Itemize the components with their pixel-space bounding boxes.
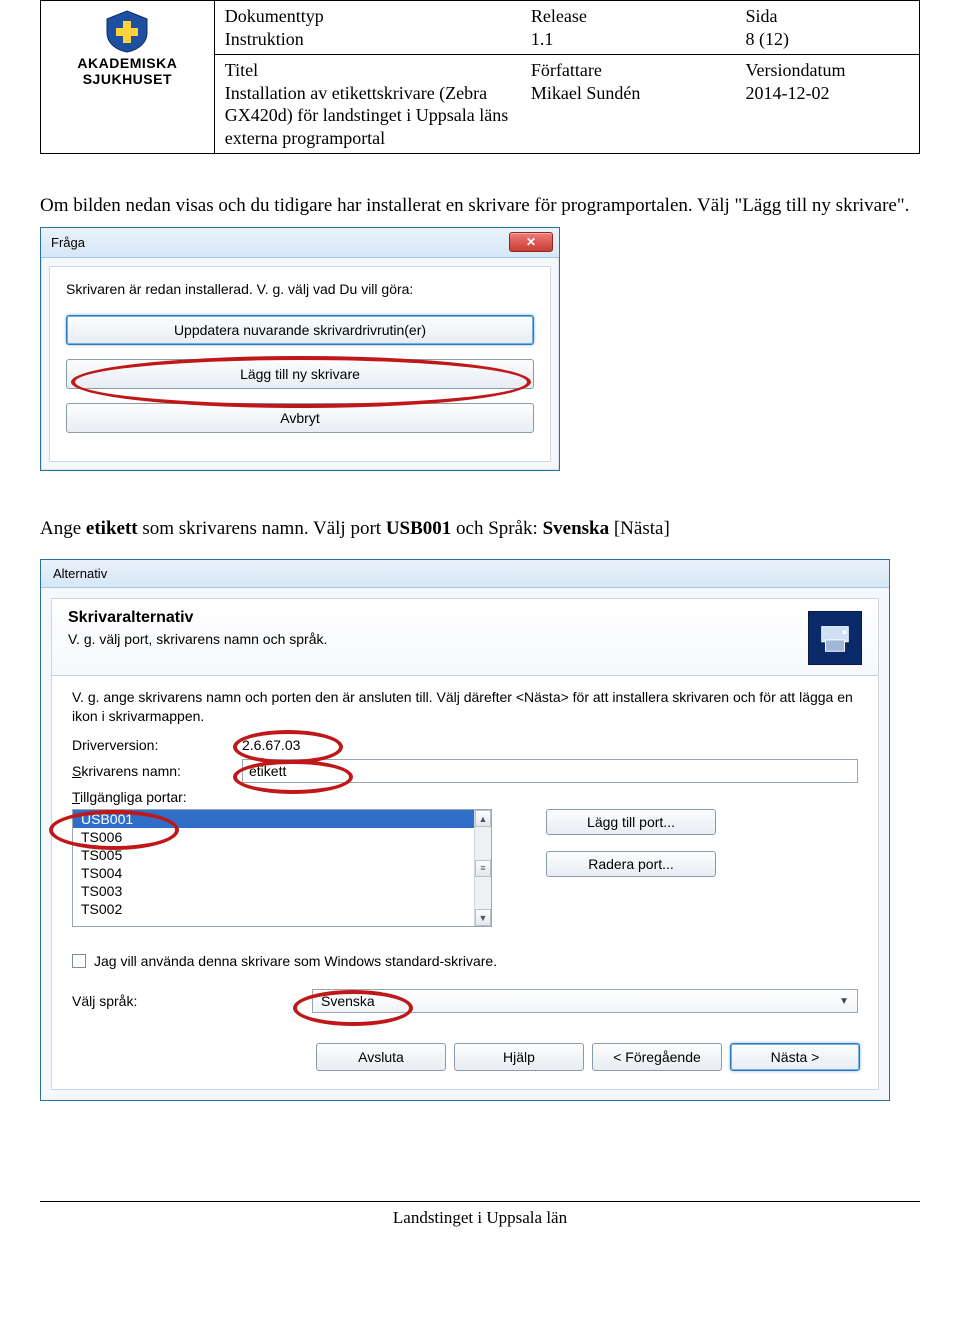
document-header: AKADEMISKA SJUKHUSET Dokumenttyp Instruk… xyxy=(40,0,920,154)
dokumenttyp-label: Dokumenttyp xyxy=(225,5,511,28)
paragraph-2: Ange etikett som skrivarens namn. Välj p… xyxy=(40,517,920,542)
footer-text: Landstinget i Uppsala län xyxy=(0,1208,960,1248)
add-printer-button[interactable]: Lägg till ny skrivare xyxy=(66,359,534,389)
printer-name-label: Skrivarens namn: xyxy=(72,763,242,779)
exit-button[interactable]: Avsluta xyxy=(316,1043,446,1071)
driver-version-value: 2.6.67.03 xyxy=(242,737,300,753)
dokumenttyp-cell: Dokumenttyp Instruktion xyxy=(214,1,521,55)
options-helptext: V. g. ange skrivarens namn och porten de… xyxy=(52,676,878,734)
titel-label: Titel xyxy=(225,59,511,82)
help-button[interactable]: Hjälp xyxy=(454,1043,584,1071)
options-subheading: V. g. välj port, skrivarens namn och spr… xyxy=(68,631,327,647)
dialog-fraga-title: Fråga xyxy=(51,235,85,250)
driver-version-label: Driverversion: xyxy=(72,737,242,753)
port-item[interactable]: TS002 xyxy=(73,900,491,918)
release-cell: Release 1.1 xyxy=(521,1,736,55)
printer-icon xyxy=(808,611,862,665)
titel-cell: Titel Installation av etikettskrivare (Z… xyxy=(214,55,521,154)
forfattare-cell: Författare Mikael Sundén xyxy=(521,55,736,154)
prev-button[interactable]: < Föregående xyxy=(592,1043,722,1071)
paragraph-1: Om bilden nedan visas och du tidigare ha… xyxy=(40,194,920,219)
ports-scrollbar[interactable]: ▲ ≡ ▼ xyxy=(474,810,491,926)
dokumenttyp-value: Instruktion xyxy=(225,28,511,51)
port-item[interactable]: TS005 xyxy=(73,846,491,864)
cancel-button[interactable]: Avbryt xyxy=(66,403,534,433)
dialog-fraga: Fråga ✕ Skrivaren är redan installerad. … xyxy=(40,227,560,471)
update-driver-button[interactable]: Uppdatera nuvarande skrivardrivrutin(er) xyxy=(66,315,534,345)
titel-value: Installation av etikettskrivare (Zebra G… xyxy=(225,82,511,150)
sida-cell: Sida 8 (12) xyxy=(736,1,920,55)
forfattare-value: Mikael Sundén xyxy=(531,82,726,105)
language-value: Svenska xyxy=(321,993,375,1009)
release-label: Release xyxy=(531,5,726,28)
port-item[interactable]: TS006 xyxy=(73,828,491,846)
next-button[interactable]: Nästa > xyxy=(730,1043,860,1071)
dialog-alternativ: Alternativ Skrivaralternativ V. g. välj … xyxy=(40,559,890,1101)
add-port-button[interactable]: LLägg till port...ägg till port... xyxy=(546,809,716,835)
forfattare-label: Författare xyxy=(531,59,726,82)
dialog-fraga-message: Skrivaren är redan installerad. V. g. vä… xyxy=(66,281,534,297)
chevron-down-icon: ▼ xyxy=(839,996,849,1007)
scroll-down-icon[interactable]: ▼ xyxy=(475,909,491,926)
logo-cell: AKADEMISKA SJUKHUSET xyxy=(41,1,215,154)
scroll-up-icon[interactable]: ▲ xyxy=(475,810,491,827)
sida-value: 8 (12) xyxy=(746,28,910,51)
close-icon: ✕ xyxy=(526,235,536,249)
brand-line2: SJUKHUSET xyxy=(51,71,204,87)
close-button[interactable]: ✕ xyxy=(509,232,553,252)
dialog-alternativ-title: Alternativ xyxy=(53,566,107,581)
printer-name-input[interactable] xyxy=(242,759,858,783)
dialog-fraga-titlebar[interactable]: Fråga ✕ xyxy=(41,228,559,258)
default-printer-checkbox[interactable] xyxy=(72,954,86,968)
versiondatum-cell: Versiondatum 2014-12-02 xyxy=(736,55,920,154)
language-combobox[interactable]: Svenska ▼ xyxy=(312,989,858,1013)
release-value: 1.1 xyxy=(531,28,726,51)
scroll-mid-icon[interactable]: ≡ xyxy=(475,860,491,877)
ports-listbox[interactable]: USB001 TS006 TS005 TS004 TS003 TS002 ▲ ≡… xyxy=(72,809,492,927)
brand-line1: AKADEMISKA xyxy=(51,55,204,71)
delete-port-button[interactable]: Radera port... xyxy=(546,851,716,877)
hospital-shield-icon xyxy=(102,9,152,53)
footer-rule xyxy=(40,1201,920,1202)
versiondatum-label: Versiondatum xyxy=(746,59,910,82)
sida-label: Sida xyxy=(746,5,910,28)
language-label: Välj språk: xyxy=(72,993,312,1009)
port-item[interactable]: TS004 xyxy=(73,864,491,882)
versiondatum-value: 2014-12-02 xyxy=(746,82,910,105)
dialog-alternativ-titlebar[interactable]: Alternativ xyxy=(41,560,889,588)
default-printer-label: Jag vill använda denna skrivare som Wind… xyxy=(94,953,497,969)
port-item-selected[interactable]: USB001 xyxy=(73,810,491,828)
port-item[interactable]: TS003 xyxy=(73,882,491,900)
available-ports-label: Tillgängliga portar: xyxy=(72,789,242,805)
options-heading: Skrivaralternativ xyxy=(68,609,327,627)
